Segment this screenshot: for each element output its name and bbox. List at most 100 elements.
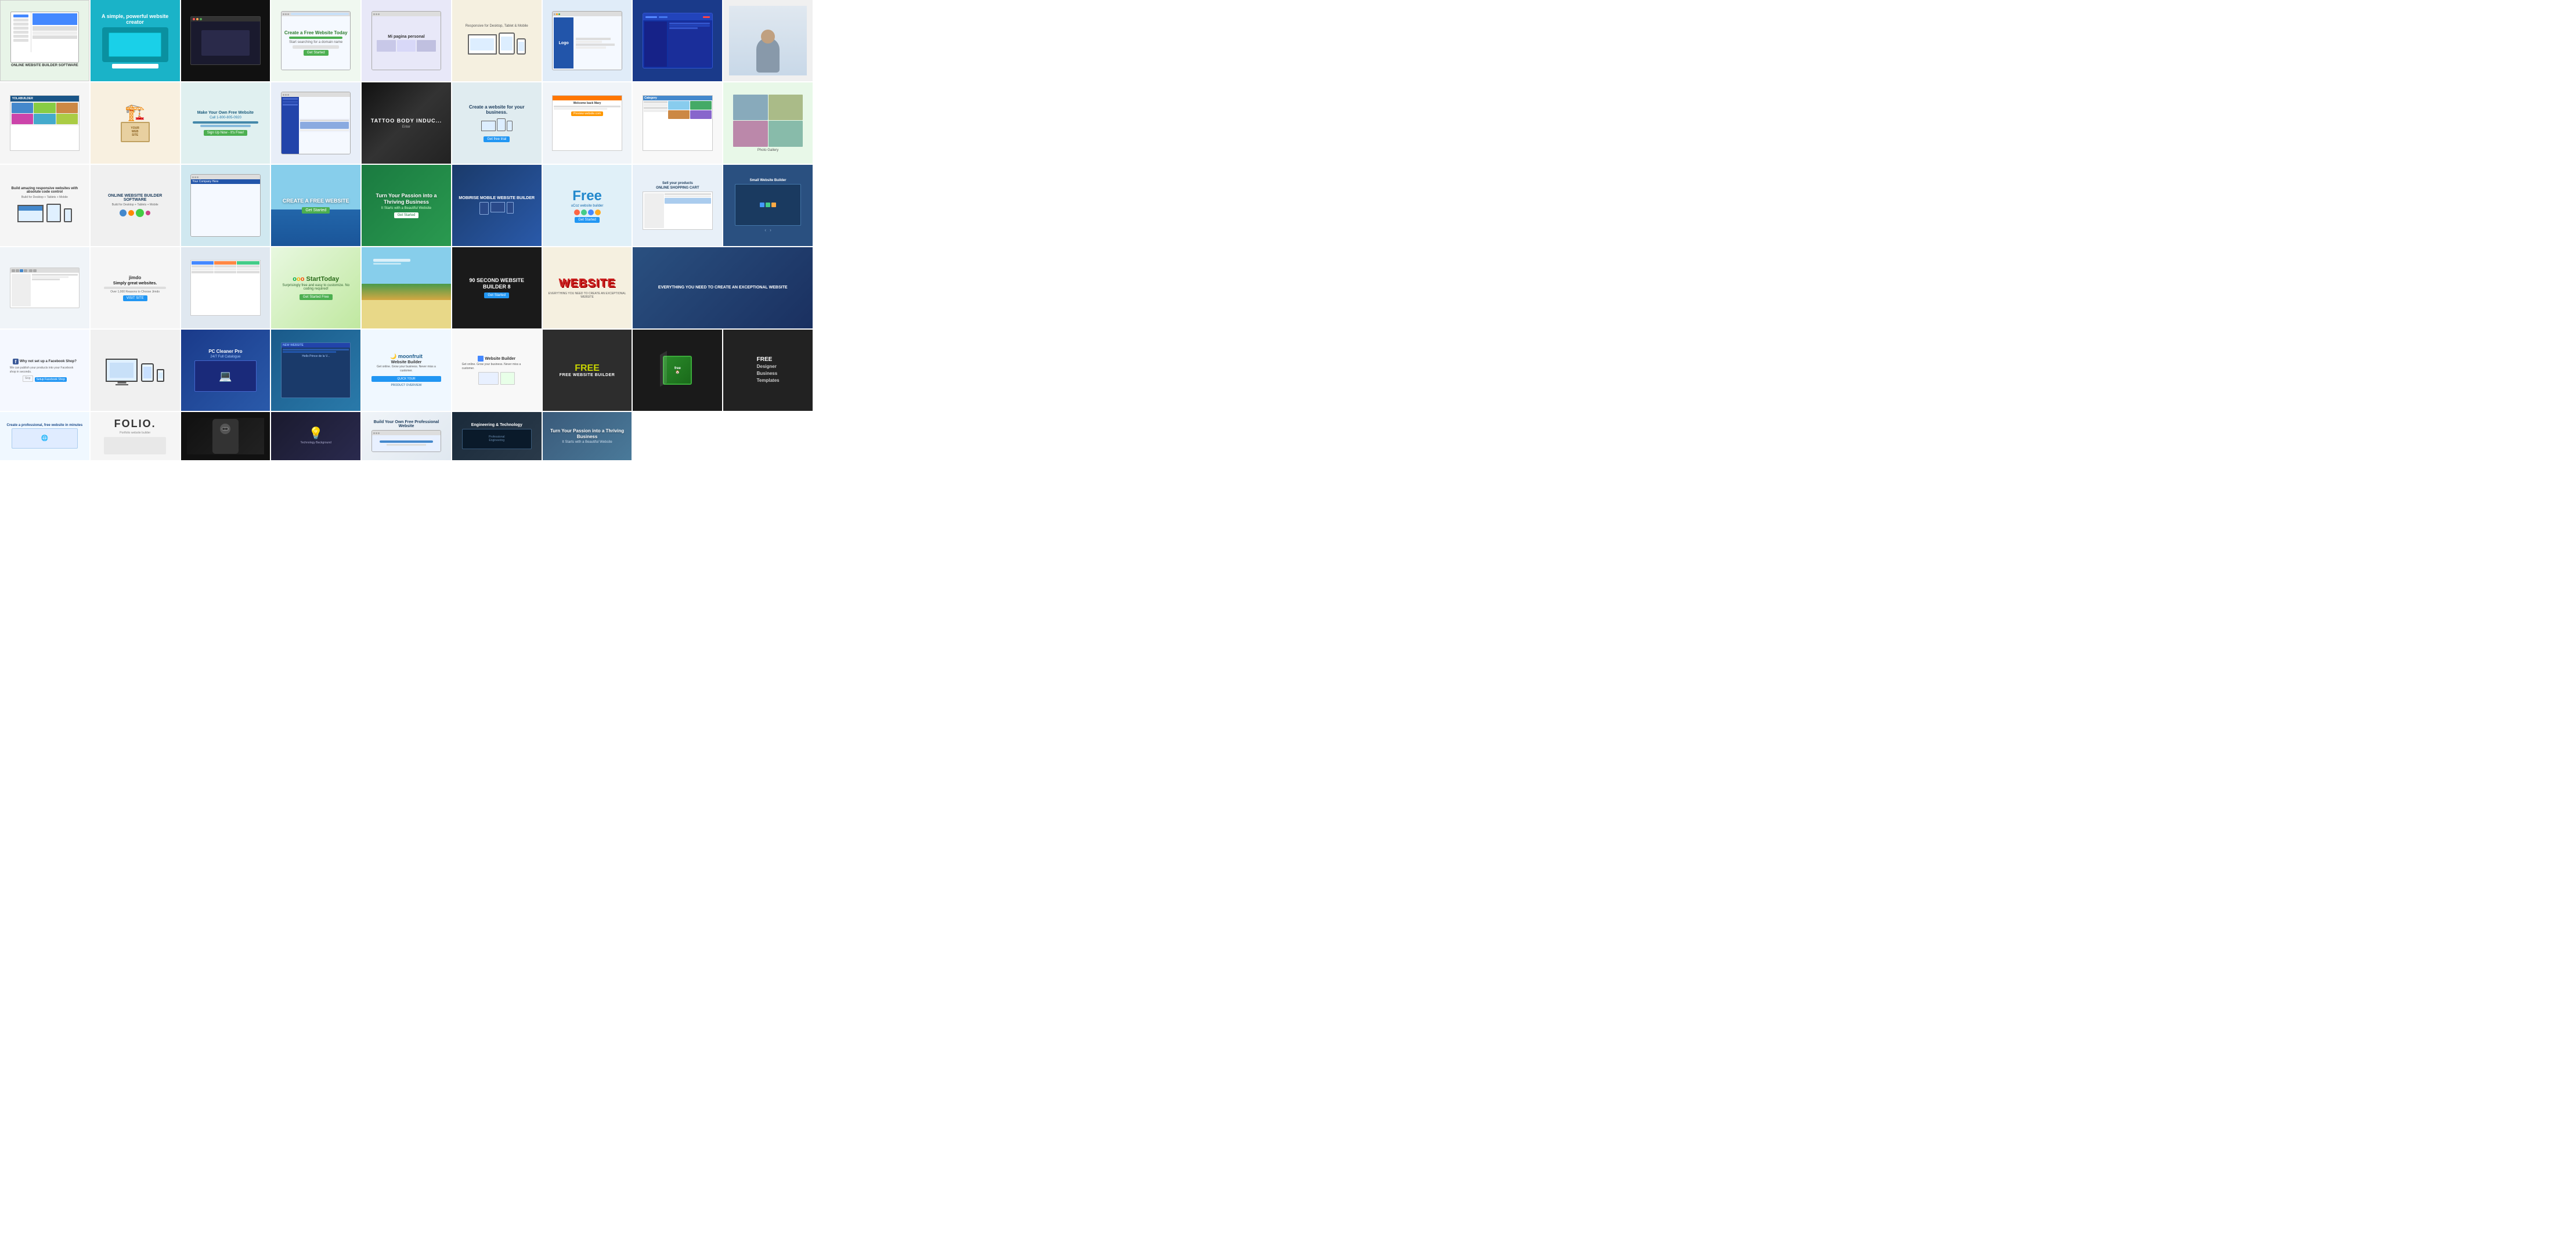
tile-free-builder-text[interactable]: FREE FREE WEBSITE BUILDER — [543, 330, 632, 411]
exceptional-title: EVERYTHING YOU NEED TO CREATE AN EXCEPTI… — [658, 285, 788, 290]
tile-devices-mockup[interactable] — [91, 330, 180, 411]
mi-pagina-title: Mi pagina personal — [388, 35, 424, 39]
passion-sub: It Starts with a Beautiful Website — [381, 207, 431, 210]
ucoz-free-label: Free — [572, 188, 602, 204]
jimdo-logo: jimdo — [129, 275, 141, 280]
tile-pc-cleaner[interactable]: PC Cleaner Pro 24/7 Full Catalogue 💻 — [181, 330, 270, 411]
gallery-label: Photo Gallery — [757, 149, 778, 152]
tile-yola[interactable]: YOLABUILDER — [0, 82, 89, 164]
folio-sub: Portfolio website builder — [120, 431, 150, 435]
shopping-title: Sell your products — [662, 182, 693, 185]
tile-make-free[interactable]: Make Your Own Free Website Call 1-800-80… — [181, 82, 270, 164]
ucoz-btn[interactable]: Get Started — [575, 217, 600, 223]
tile-tech-bg[interactable]: 💡 Technology Background — [271, 412, 360, 460]
jimdo-sub: Over 1,000 Reasons to Choose Jimdo — [110, 290, 160, 294]
tile-engineering[interactable]: Engineering & Technology ProfessionalEng… — [452, 412, 542, 460]
responsive-label: Responsive for Desktop, Tablet & Mobile — [466, 24, 528, 28]
jimdo-visit-btn[interactable]: VISIT SITE — [123, 295, 147, 301]
setup-shop-btn[interactable]: Setup Facebook Shop — [35, 377, 67, 382]
tile-photo-gallery[interactable]: Photo Gallery — [723, 82, 813, 164]
free-templates-text: FREE DesignerBusinessTemplates — [757, 356, 780, 384]
tile-website-builder-info[interactable]: Website Builder Get online. Grow your bu… — [452, 330, 542, 411]
tile-responsive[interactable]: Responsive for Desktop, Tablet & Mobile — [452, 0, 542, 81]
passion-btn[interactable]: Get Started — [394, 212, 419, 218]
preview-btn[interactable]: Preview website.com — [571, 111, 603, 116]
create-free-ocean-btn[interactable]: Get Started — [302, 207, 330, 214]
ucoz-sub: uCoz website builder — [571, 204, 604, 208]
tile-folio[interactable]: FOLIO. Portfolio website builder — [91, 412, 180, 460]
tile-create-free[interactable]: Create a Free Website Today Start search… — [271, 0, 360, 81]
make-free-call: Call 1-800-805-0920 — [210, 116, 241, 120]
mosaic-grid: ONLINE WEBSITE BUILDER SOFTWARE A simple… — [0, 0, 813, 460]
tile-responsive-builder[interactable]: Build amazing responsive websites with a… — [0, 165, 89, 246]
tile-free-templates[interactable]: FREE DesignerBusinessTemplates — [723, 330, 813, 411]
tile-company-template[interactable]: Your Company Here — [181, 165, 270, 246]
jimdo-main: Simply great websites. — [113, 281, 157, 286]
category-label: Category — [644, 96, 657, 100]
create-free-title: Create a Free Website Today — [284, 30, 348, 35]
tile-90-second[interactable]: 90 SECOND WEBSITE BUILDER 8 Get Started — [452, 247, 542, 328]
tile-glasses-person[interactable] — [181, 412, 270, 460]
tile-professional-free[interactable]: Create a professional, free website in m… — [0, 412, 89, 460]
moonfruit-logo: 🌙 moonfruit — [390, 353, 423, 360]
website-icon: 🌐 — [41, 435, 48, 442]
tile-jimdo[interactable]: jimdo Simply great websites. Over 1,000 … — [91, 247, 180, 328]
pc-cleaner-sub: 24/7 Full Catalogue — [210, 355, 240, 359]
tile-business-website[interactable]: Create a website for your business. Get … — [452, 82, 542, 164]
tile-tattoo[interactable]: TATTOO BODY INDUC... Enter — [362, 82, 451, 164]
tile-portrait[interactable] — [723, 0, 813, 81]
moonfruit-tour-btn[interactable]: QUICK TOUR — [371, 376, 441, 382]
online-builder-sub: Build for Desktop + Tablets + Mobile — [112, 203, 158, 207]
tile-free-builder-box[interactable]: free🏠 — [633, 330, 722, 411]
box-label: free🏠 — [674, 367, 681, 374]
business-title: Create a website for your business. — [458, 104, 536, 115]
tile-mix-future[interactable] — [271, 82, 360, 164]
tile-toolbar[interactable] — [0, 247, 89, 328]
tile-mobirise[interactable]: MOBIRISE MOBILE WEBSITE BUILDER — [452, 165, 542, 246]
engineering-sub: ProfessionalEngineering — [489, 435, 505, 442]
tile-teal-builder[interactable]: A simple, powerful website creator — [91, 0, 180, 81]
tile-mascot[interactable]: 🏗️ YOURWEBSITE — [91, 82, 180, 164]
tile-website-letters[interactable]: WEBSITE EVERYTHING YOU NEED TO CREATE AN… — [543, 247, 632, 328]
tile-moonfruit[interactable]: 🌙 moonfruit Website Builder Get online. … — [362, 330, 451, 411]
pc-icon: 💻 — [219, 370, 232, 382]
tile-start-today[interactable]: ooo StartToday Surprisingly free and eas… — [271, 247, 360, 328]
free-text: FREE — [575, 364, 600, 373]
tile-category[interactable]: Category — [633, 82, 722, 164]
tile-facebook-shop[interactable]: f Why not set up a Facebook Shop? We can… — [0, 330, 89, 411]
tile-welcome-back[interactable]: Welcome back Mary Preview website.com — [543, 82, 632, 164]
tile-columns[interactable] — [181, 247, 270, 328]
moonfruit-overview-btn[interactable]: PRODUCT OVERVIEW — [371, 384, 441, 387]
create-free-ocean-title: CREATE A FREE WEBSITE — [283, 198, 349, 204]
tile-logo-template[interactable]: Logo — [543, 0, 632, 81]
ninety-second-btn[interactable]: Get Started — [484, 292, 509, 298]
tile-dark-builder[interactable] — [181, 0, 270, 81]
tile-exceptional[interactable]: EVERYTHING YOU NEED TO CREATE AN EXCEPTI… — [633, 247, 813, 328]
tile-dashboard-blue[interactable] — [633, 0, 722, 81]
prev-arrow[interactable]: ‹ — [764, 227, 766, 233]
tile-ucoz[interactable]: Free uCoz website builder Get Started — [543, 165, 632, 246]
tile-passion2[interactable]: Turn Your Passion into a Thriving Busine… — [543, 412, 632, 460]
website-letters-text: WEBSITE — [558, 277, 615, 290]
tech-label: Technology Background — [301, 441, 331, 445]
tile-shopping-cart[interactable]: Sell your products ONLINE SHOPPING CART — [633, 165, 722, 246]
tile-mi-pagina[interactable]: Mi pagina personal — [362, 0, 451, 81]
tile-sitejam[interactable]: ONLINE WEBSITE BUILDER SOFTWARE — [0, 0, 89, 81]
tile-build-own[interactable]: Build Your Own Free Professional Website — [362, 412, 451, 460]
tile-new-website[interactable]: NEW WEBSITE Hello Prince de la V... — [271, 330, 360, 411]
ecommerce-dark-label: Small Website Builder — [750, 179, 786, 182]
tile-create-free-ocean[interactable]: CREATE A FREE WEBSITE Get Started — [271, 165, 360, 246]
tile-ecommerce-dark[interactable]: Small Website Builder ‹ › — [723, 165, 813, 246]
tile-online-builder[interactable]: ONLINE WEBSITE BUILDER SOFTWARE Build fo… — [91, 165, 180, 246]
get-free-trial-btn[interactable]: Get free trial — [484, 136, 510, 142]
start-today-btn[interactable]: Get Started Free — [300, 294, 333, 300]
online-builder-title: ONLINE WEBSITE BUILDER SOFTWARE — [96, 194, 174, 202]
passion2-sub: It Starts with a Beautiful Website — [562, 440, 612, 444]
tile-beach[interactable] — [362, 247, 451, 328]
next-arrow[interactable]: › — [770, 227, 771, 233]
start-today-logo: ooo StartToday — [293, 276, 339, 283]
folio-title: FOLIO. — [114, 418, 156, 430]
tile-passion-business[interactable]: Turn Your Passion into a Thriving Busine… — [362, 165, 451, 246]
skip-btn[interactable]: Skip — [23, 375, 33, 382]
tech-icon: 💡 — [309, 428, 323, 439]
